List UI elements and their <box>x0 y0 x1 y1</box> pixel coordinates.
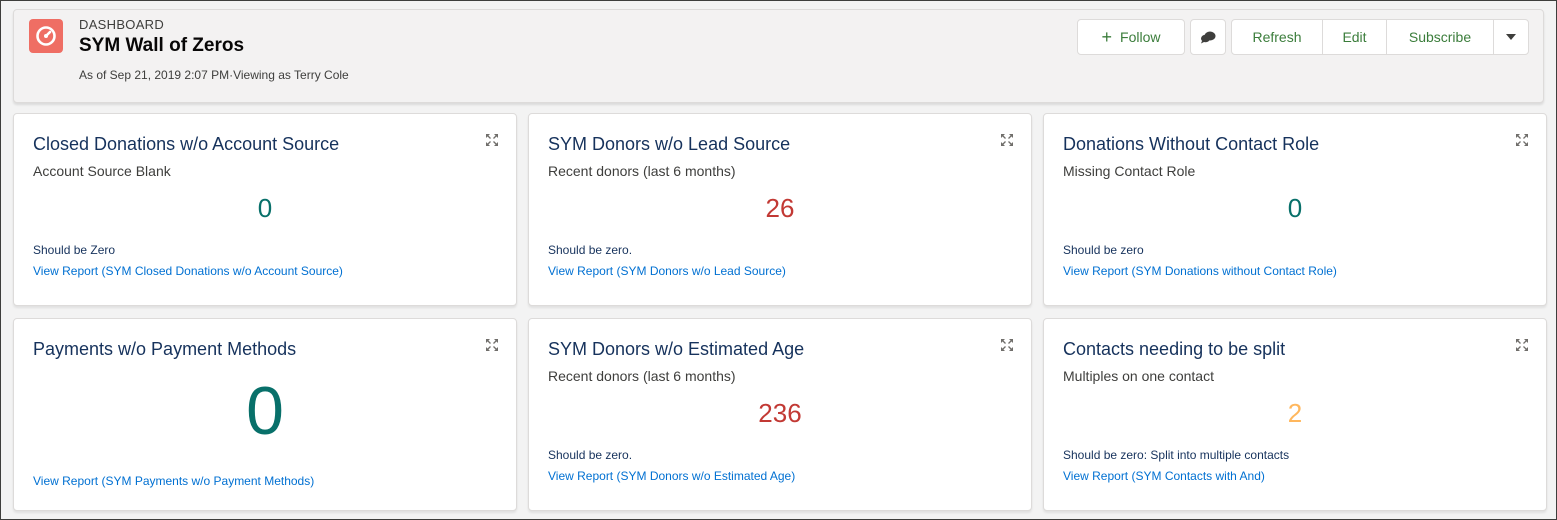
expand-icon[interactable] <box>1515 338 1529 352</box>
page-title: SYM Wall of Zeros <box>79 35 245 56</box>
widget-title: Closed Donations w/o Account Source <box>33 134 340 154</box>
expand-icon[interactable] <box>1000 133 1014 147</box>
widget-footer: Should be Zero <box>33 243 116 257</box>
view-report-link[interactable]: View Report (SYM Donations without Conta… <box>1063 264 1337 278</box>
widget-metric-value: 26 <box>765 193 795 223</box>
view-report-link[interactable]: View Report (SYM Contacts with And) <box>1063 469 1265 483</box>
edit-button[interactable]: Edit <box>1322 19 1387 55</box>
widget-metric-value: 0 <box>257 193 273 223</box>
view-report-link[interactable]: View Report (SYM Donors w/o Lead Source) <box>548 264 786 278</box>
dashboard-header: DASHBOARD SYM Wall of Zeros As of Sep 21… <box>13 9 1544 103</box>
view-report-link[interactable]: View Report (SYM Closed Donations w/o Ac… <box>33 264 343 278</box>
widget-card: Donations Without Contact Role Missing C… <box>1043 113 1547 306</box>
widget-card: SYM Donors w/o Lead Source Recent donors… <box>528 113 1032 306</box>
widget-card: Closed Donations w/o Account Source Acco… <box>13 113 517 306</box>
expand-icon[interactable] <box>1000 338 1014 352</box>
widget-title: Donations Without Contact Role <box>1063 134 1320 154</box>
widget-metric-value: 2 <box>1287 398 1303 428</box>
widget-subtitle: Recent donors (last 6 months) <box>548 368 736 384</box>
widget-card: SYM Donors w/o Estimated Age Recent dono… <box>528 318 1032 511</box>
widget-title: SYM Donors w/o Lead Source <box>548 134 791 154</box>
dashboard-frame: DASHBOARD SYM Wall of Zeros As of Sep 21… <box>0 0 1557 520</box>
dashboard-meta: As of Sep 21, 2019 2:07 PM·Viewing as Te… <box>79 68 349 82</box>
widget-footer: Should be zero: Split into multiple cont… <box>1063 448 1290 462</box>
expand-icon[interactable] <box>485 338 499 352</box>
dashboard-eyebrow: DASHBOARD <box>79 17 165 32</box>
widget-metric-value: 0 <box>246 373 284 449</box>
refresh-button[interactable]: Refresh <box>1231 19 1323 55</box>
subscribe-button[interactable]: Subscribe <box>1386 19 1494 55</box>
widget-title: SYM Donors w/o Estimated Age <box>548 339 805 359</box>
widget-footer: Should be zero <box>1063 243 1144 257</box>
widget-footer: Should be zero. <box>548 243 633 257</box>
widget-title: Payments w/o Payment Methods <box>33 339 297 359</box>
widget-metric-value: 236 <box>758 398 802 428</box>
expand-icon[interactable] <box>485 133 499 147</box>
widget-subtitle: Multiples on one contact <box>1063 368 1214 384</box>
widget-subtitle: Recent donors (last 6 months) <box>548 163 736 179</box>
follow-button[interactable]: + Follow <box>1077 19 1185 55</box>
widget-metric-value: 0 <box>1287 193 1303 223</box>
expand-icon[interactable] <box>1515 133 1529 147</box>
widget-subtitle: Account Source Blank <box>33 163 171 179</box>
more-actions-button[interactable] <box>1493 19 1529 55</box>
chevron-down-icon <box>1506 34 1516 40</box>
widget-card: Contacts needing to be split Multiples o… <box>1043 318 1547 511</box>
view-report-link[interactable]: View Report (SYM Payments w/o Payment Me… <box>33 474 314 488</box>
view-report-link[interactable]: View Report (SYM Donors w/o Estimated Ag… <box>548 469 795 483</box>
widget-footer: Should be zero. <box>548 448 633 462</box>
plus-icon: + <box>1101 27 1113 47</box>
chat-bubbles-icon <box>1201 31 1216 44</box>
dashboard-gauge-icon <box>29 19 63 53</box>
widget-title: Contacts needing to be split <box>1063 339 1286 359</box>
follow-label: Follow <box>1120 29 1161 45</box>
widget-subtitle: Missing Contact Role <box>1063 163 1196 179</box>
widget-card: Payments w/o Payment Methods 0 View Repo… <box>13 318 517 511</box>
chat-button[interactable] <box>1190 19 1226 55</box>
